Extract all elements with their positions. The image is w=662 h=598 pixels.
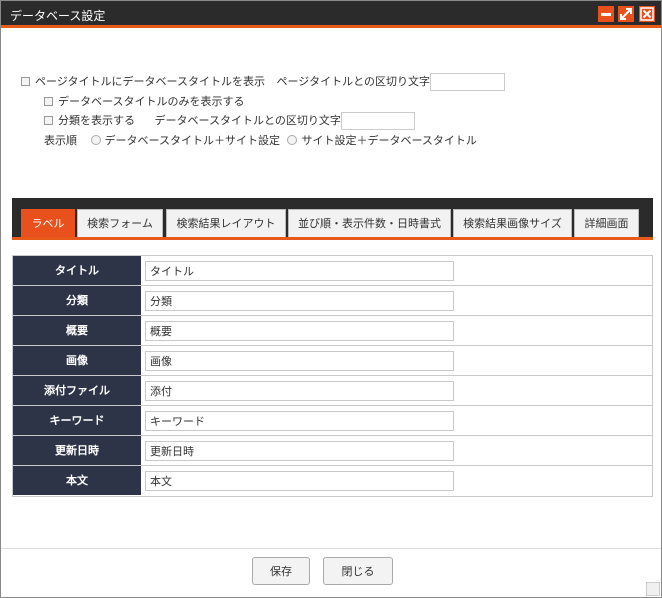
- field-label-updated: 更新日時: [13, 436, 141, 465]
- tab-image-size[interactable]: 検索結果画像サイズ: [453, 209, 572, 237]
- field-label-keyword: キーワード: [13, 406, 141, 435]
- table-row: 分類: [13, 286, 652, 316]
- table-row: 更新日時: [13, 436, 652, 466]
- order-radio-1[interactable]: [90, 135, 101, 145]
- field-input-updated[interactable]: [145, 441, 454, 461]
- table-row: 添付ファイル: [13, 376, 652, 406]
- field-label-category: 分類: [13, 286, 141, 315]
- table-row: 画像: [13, 346, 652, 376]
- table-row: タイトル: [13, 256, 652, 286]
- table-row: 概要: [13, 316, 652, 346]
- field-input-image[interactable]: [145, 351, 454, 371]
- db-separator-input[interactable]: [340, 112, 415, 130]
- field-input-attachment[interactable]: [145, 381, 454, 401]
- show-category-checkbox[interactable]: [44, 116, 53, 125]
- show-category-label: 分類を表示する: [58, 114, 135, 127]
- maximize-icon[interactable]: [618, 6, 634, 22]
- separator-input[interactable]: [429, 73, 505, 91]
- order-option-1-label: データベースタイトル＋サイト設定: [104, 134, 280, 147]
- field-label-title: タイトル: [13, 256, 141, 285]
- save-button[interactable]: 保存: [252, 557, 310, 585]
- field-input-body[interactable]: [145, 471, 454, 491]
- field-label-summary: 概要: [13, 316, 141, 345]
- db-separator-label: データベースタイトルとの区切り文字: [154, 114, 341, 127]
- field-label-body: 本文: [13, 466, 141, 495]
- show-db-title-checkbox[interactable]: [21, 77, 30, 86]
- field-label-image: 画像: [13, 346, 141, 375]
- title-bar[interactable]: データベース設定: [1, 1, 661, 28]
- tab-detail-screen[interactable]: 詳細画面: [574, 209, 639, 237]
- order-radio-2[interactable]: [287, 135, 298, 145]
- separator-label: ページタイトルとの区切り文字: [276, 75, 430, 88]
- option-row-only-db-title: データベースタイトルのみを表示する: [44, 93, 244, 111]
- field-input-summary[interactable]: [145, 321, 454, 341]
- order-label: 表示順: [44, 134, 77, 147]
- show-db-title-label: ページタイトルにデータベースタイトルを表示: [35, 75, 266, 88]
- settings-dialog: データベース設定 ページタイトルにデータベースタイトルを表示 ページタイトルとの…: [0, 0, 662, 598]
- order-option-2-label: サイト設定＋データベースタイトル: [301, 134, 477, 147]
- label-settings-table: タイトル 分類 概要 画像 添付ファイル キーワード 更新日時 本文: [12, 255, 653, 497]
- tab-bar: ラベル 検索フォーム 検索結果レイアウト 並び順・表示件数・日時書式 検索結果画…: [12, 198, 653, 240]
- close-button[interactable]: 閉じる: [323, 557, 393, 585]
- field-input-title[interactable]: [145, 261, 454, 281]
- tab-sort-display[interactable]: 並び順・表示件数・日時書式: [288, 209, 451, 237]
- field-input-category[interactable]: [145, 291, 454, 311]
- tab-label[interactable]: ラベル: [21, 209, 75, 237]
- option-row-order: 表示順 データベースタイトル＋サイト設定 サイト設定＋データベースタイトル: [44, 132, 477, 150]
- minimize-icon[interactable]: [598, 6, 614, 22]
- tab-search-form[interactable]: 検索フォーム: [77, 209, 163, 237]
- option-row-show-category: 分類を表示する データベースタイトルとの区切り文字: [44, 112, 415, 130]
- close-icon[interactable]: [639, 6, 655, 22]
- field-input-keyword[interactable]: [145, 411, 454, 431]
- footer-divider: [1, 548, 661, 549]
- resize-handle-icon[interactable]: [646, 582, 660, 596]
- tab-search-layout[interactable]: 検索結果レイアウト: [166, 209, 286, 237]
- window-title: データベース設定: [10, 9, 106, 23]
- only-db-title-checkbox[interactable]: [44, 97, 53, 106]
- field-label-attachment: 添付ファイル: [13, 376, 141, 405]
- only-db-title-label: データベースタイトルのみを表示する: [58, 95, 245, 108]
- option-row-show-db-title: ページタイトルにデータベースタイトルを表示 ページタイトルとの区切り文字: [21, 73, 505, 91]
- table-row: キーワード: [13, 406, 652, 436]
- table-row: 本文: [13, 466, 652, 496]
